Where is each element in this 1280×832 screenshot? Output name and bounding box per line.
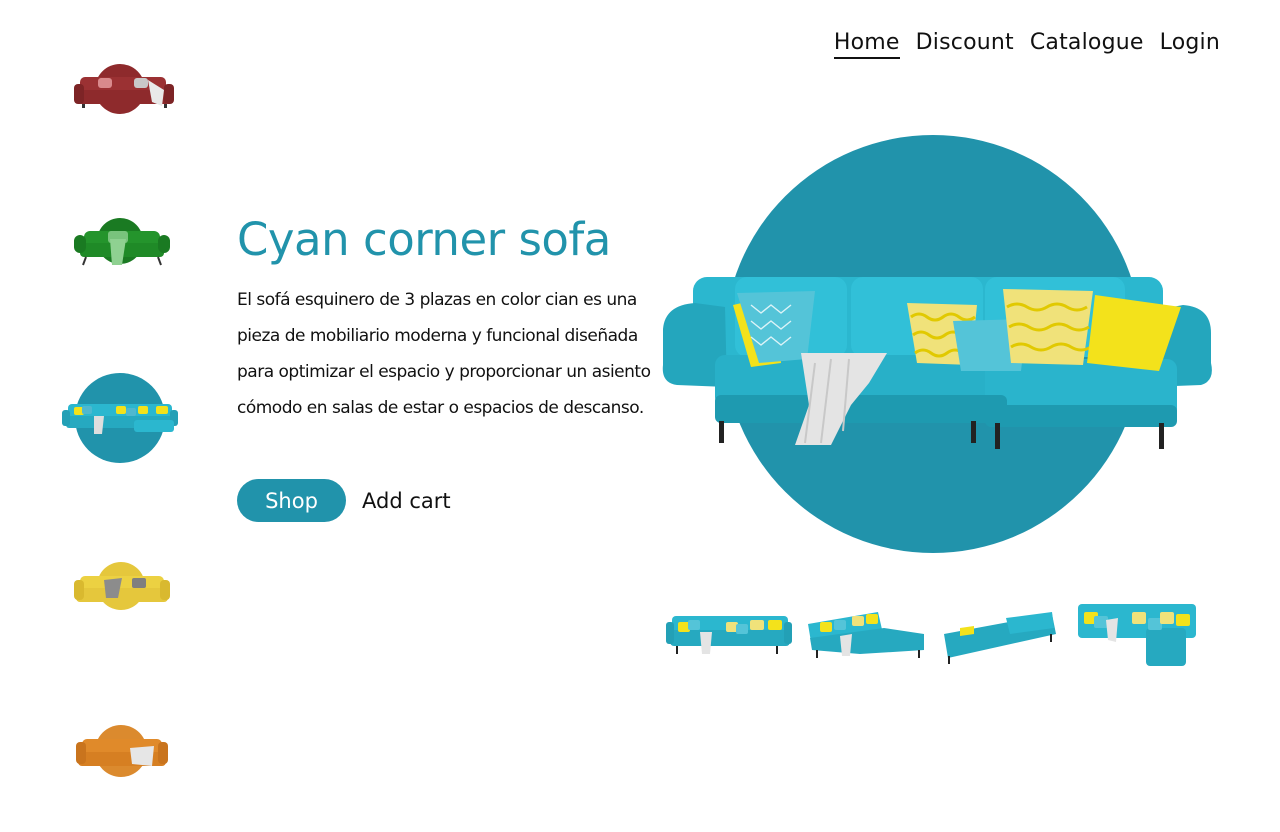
red-sofa-icon: [74, 77, 174, 108]
nav-home[interactable]: Home: [833, 30, 900, 59]
thumbnail-back-view[interactable]: [936, 598, 1066, 670]
yellow-sofa-icon: [74, 576, 170, 602]
nav-login[interactable]: Login: [1160, 30, 1220, 59]
hero-sofa-image: [662, 277, 1212, 449]
picker-item-green-sofa[interactable]: [60, 205, 180, 285]
shop-button[interactable]: Shop: [237, 479, 346, 522]
cyan-sofa-icon: [62, 404, 178, 434]
thumbnail-front-view[interactable]: [664, 598, 794, 670]
picker-item-orange-sofa[interactable]: [60, 712, 180, 792]
green-sofa-icon: [74, 231, 170, 266]
thumbnail-top-view[interactable]: [1072, 598, 1202, 670]
picker-item-yellow-sofa[interactable]: [60, 548, 180, 628]
orange-sofa-icon: [76, 739, 168, 766]
product-description: El sofá esquinero de 3 plazas en color c…: [237, 290, 651, 418]
picker-item-red-sofa[interactable]: [60, 50, 180, 130]
product-page: Home Discount Catalogue Login Cyan corne…: [0, 0, 1280, 832]
nav-discount[interactable]: Discount: [916, 30, 1014, 59]
product-title: Cyan corner sofa: [237, 213, 611, 266]
add-cart-button[interactable]: Add cart: [362, 479, 451, 522]
main-nav: Home Discount Catalogue Login: [833, 30, 1220, 59]
nav-catalogue[interactable]: Catalogue: [1030, 30, 1144, 59]
picker-item-cyan-sofa[interactable]: [60, 372, 180, 463]
thumbnail-angle-view[interactable]: [800, 598, 930, 670]
sofa-color-picker: [60, 0, 180, 832]
